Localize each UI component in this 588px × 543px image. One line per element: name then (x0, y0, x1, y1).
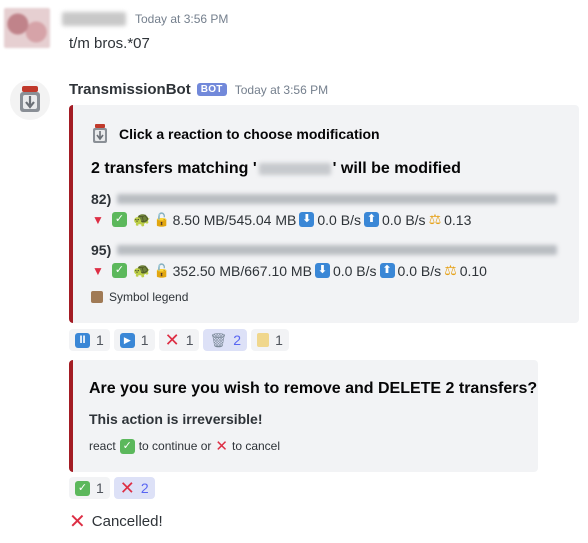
confirm-title: Are you sure you wish to remove and DELE… (89, 380, 538, 397)
message-timestamp: Today at 3:56 PM (234, 82, 329, 97)
bot-tag: BOT (196, 83, 227, 96)
check-icon: ✓ (112, 263, 127, 278)
reaction-legend[interactable]: 1 (251, 329, 289, 351)
redacted-query (258, 163, 331, 175)
upload-speed: 0.0 B/s (381, 211, 426, 228)
transfer-stats-row: ▼ ✓ 🐢 🔓 8.50 MB/545.04 MB ⬇ 0.0 B/s ⬆ 0.… (91, 211, 471, 228)
scales-icon: ⚖ (444, 262, 457, 278)
embed-header-text: Click a reaction to choose modification (119, 126, 380, 142)
author-name[interactable]: TransmissionBot (69, 81, 191, 98)
reaction-delete[interactable]: 🗑 2 (203, 329, 248, 351)
check-icon: ✓ (119, 438, 135, 454)
reaction-cancel[interactable]: ✕ 2 (113, 477, 155, 499)
scroll-icon (91, 291, 103, 303)
check-icon: ✓ (75, 480, 90, 496)
x-icon: ✕ (119, 477, 135, 498)
scroll-icon (257, 333, 270, 347)
cancel-label: to cancel (231, 439, 281, 453)
down-triangle-icon: ▼ (92, 212, 104, 227)
x-icon: ✕ (69, 511, 86, 533)
transfer-name-row: 82) (91, 191, 558, 207)
title-prefix: 2 transfers matching ' (91, 160, 257, 177)
transfer-size: 352.50 MB/667.10 MB (172, 262, 312, 279)
turtle-icon: 🐢 (133, 262, 151, 278)
x-icon: ✕ (215, 438, 228, 455)
confirm-instructions: react ✓ to continue or ✕ to cancel (89, 437, 280, 455)
embed-title: 2 transfers matching ' ' will be modifie… (91, 160, 461, 178)
reaction-count: 1 (96, 480, 104, 496)
username-redacted[interactable] (62, 12, 126, 26)
modification-embed: Click a reaction to choose modification … (69, 105, 579, 323)
react-label: react (89, 439, 116, 453)
reaction-play[interactable]: ▶ 1 (113, 329, 155, 351)
transfer-name-redacted (117, 194, 558, 204)
unlock-icon: 🔓 (153, 211, 170, 227)
pause-icon: II (75, 332, 90, 348)
reactions-row: ✓ 1 ✕ 2 (69, 477, 155, 499)
cancelled-text: Cancelled! (91, 513, 163, 530)
download-speed: 0.0 B/s (332, 262, 377, 279)
unlock-icon: 🔓 (153, 262, 170, 278)
play-icon: ▶ (119, 332, 135, 348)
reaction-pause[interactable]: II 1 (69, 329, 110, 351)
transfer-name-row: 95) (91, 242, 558, 258)
reaction-count: 2 (233, 332, 242, 348)
down-triangle-icon: ▼ (92, 263, 104, 278)
message-header: TransmissionBot BOT Today at 3:56 PM (69, 81, 328, 98)
reaction-count: 1 (185, 332, 194, 348)
confirm-warning: This action is irreversible! (89, 411, 263, 427)
turtle-icon: 🐢 (133, 211, 151, 227)
embed-header: Click a reaction to choose modification (91, 124, 380, 144)
down-arrow-icon: ⬇ (314, 263, 330, 278)
down-arrow-icon: ⬇ (299, 212, 315, 227)
ratio: 0.13 (444, 211, 472, 228)
reaction-count: 1 (140, 332, 149, 348)
wastebasket-icon: 🗑 (209, 331, 228, 348)
transfer-number: 95) (91, 242, 112, 258)
ratio: 0.10 (459, 262, 487, 279)
confirm-embed: Are you sure you wish to remove and DELE… (69, 360, 538, 472)
title-suffix: ' will be modified (332, 160, 461, 177)
reaction-count: 1 (96, 332, 104, 348)
scales-icon: ⚖ (428, 211, 442, 227)
message-timestamp: Today at 3:56 PM (135, 12, 229, 26)
up-arrow-icon: ⬆ (379, 263, 395, 278)
reaction-confirm[interactable]: ✓ 1 (69, 477, 110, 499)
upload-speed: 0.0 B/s (397, 262, 442, 279)
transmission-icon (93, 124, 107, 143)
reaction-count: 1 (275, 332, 283, 348)
check-icon: ✓ (112, 212, 127, 227)
continue-label: to continue or (138, 439, 212, 453)
download-speed: 0.0 B/s (317, 211, 361, 228)
x-icon: ✕ (164, 329, 180, 350)
reaction-cancel[interactable]: ✕ 1 (158, 329, 200, 351)
legend-text: Symbol legend (109, 290, 189, 304)
reactions-row: II 1 ▶ 1 ✕ 1 🗑 2 1 (69, 329, 289, 351)
transmission-logo-icon (20, 86, 40, 112)
transfer-size: 8.50 MB/545.04 MB (172, 211, 297, 228)
cancelled-message: ✕ Cancelled! (69, 509, 163, 534)
reaction-count: 2 (140, 480, 149, 496)
bot-avatar[interactable] (10, 80, 50, 120)
up-arrow-icon: ⬆ (363, 212, 379, 227)
transfer-number: 82) (91, 191, 112, 207)
transfer-stats-row: ▼ ✓ 🐢 🔓 352.50 MB/667.10 MB ⬇ 0.0 B/s ⬆ … (91, 262, 487, 279)
user-avatar[interactable] (4, 8, 50, 48)
legend-row: Symbol legend (91, 290, 188, 304)
message-text: t/m bros.*07 (69, 35, 150, 52)
transfer-name-redacted (117, 245, 558, 255)
